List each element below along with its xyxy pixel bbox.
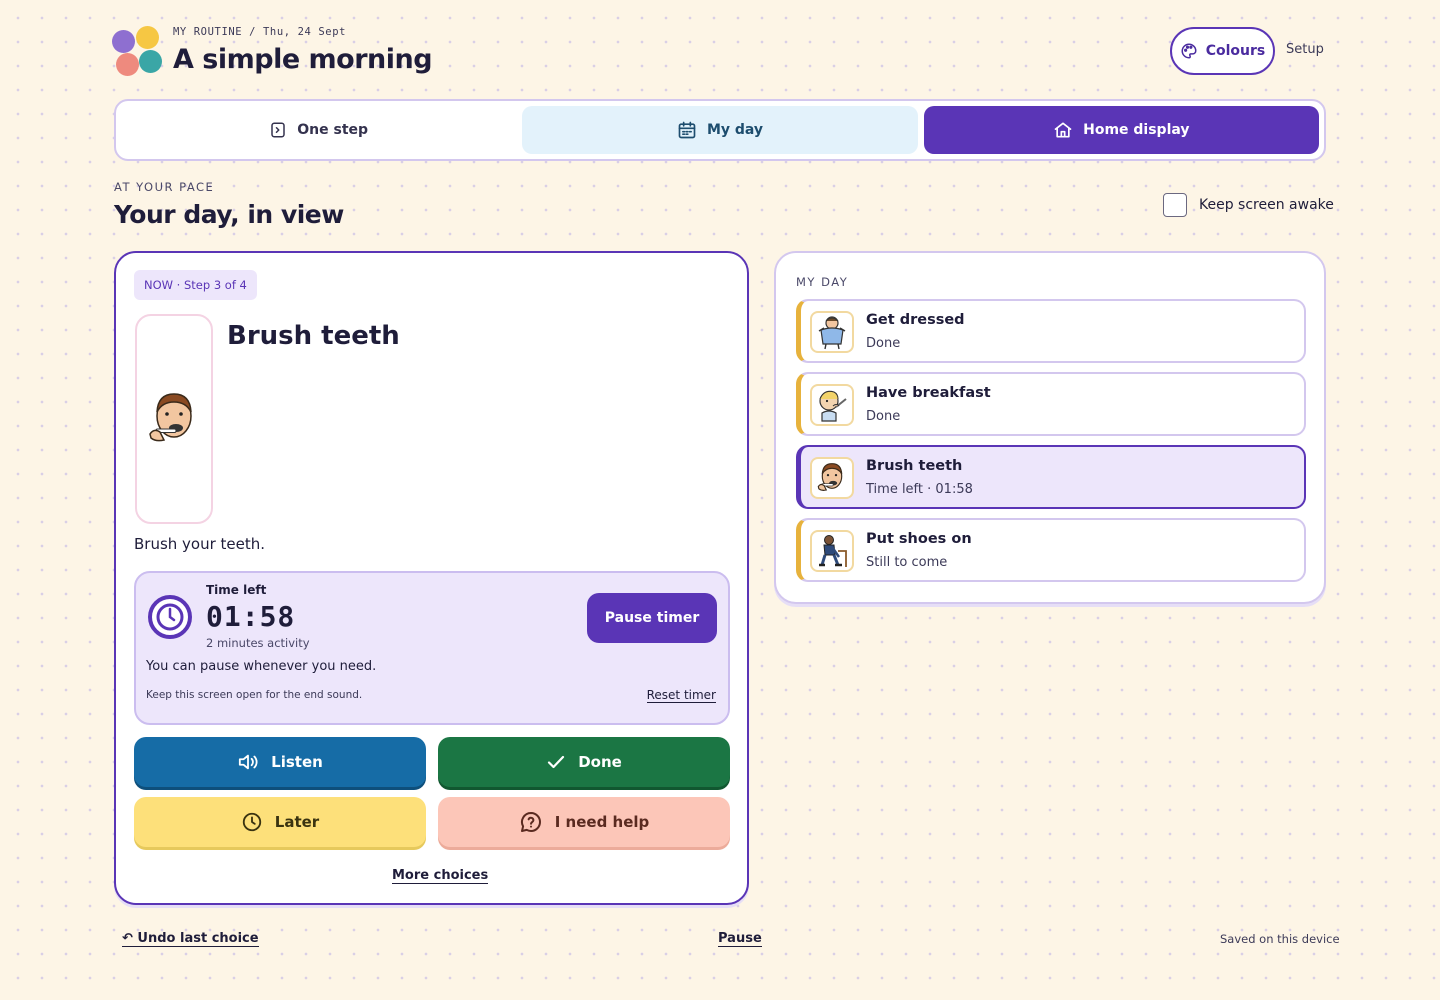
clock-icon [242, 812, 261, 832]
day-item-picture [810, 311, 854, 353]
activity-duration: 2 minutes activity [206, 636, 310, 650]
breakfast-icon [819, 390, 847, 422]
day-item-have-breakfast[interactable]: Have breakfast Done [796, 372, 1306, 436]
day-item-status: Still to come [866, 555, 948, 570]
speaker-icon [239, 754, 258, 770]
shoes-icon [819, 535, 847, 567]
tab-my-day[interactable]: My day [522, 106, 918, 154]
listen-button[interactable]: Listen [134, 737, 426, 787]
app-logo [112, 26, 164, 78]
colours-label: Colours [1205, 43, 1266, 59]
setup-link[interactable]: Setup [1286, 42, 1324, 57]
timer-icon [148, 595, 192, 639]
day-item-brush-teeth[interactable]: Brush teeth Time left · 01:58 [796, 445, 1306, 509]
home-icon [1054, 122, 1072, 138]
pause-note: You can pause whenever you need. [146, 659, 377, 674]
step-picture-frame [135, 314, 213, 524]
tab-label: My day [706, 122, 764, 138]
step-description: Brush your teeth. [134, 535, 266, 553]
brush-teeth-icon [149, 393, 192, 442]
section-title: Your day, in view [114, 200, 344, 229]
more-choices-link[interactable]: More choices [392, 868, 489, 884]
day-item-name: Get dressed [866, 312, 965, 328]
undo-last-choice-link[interactable]: ↶ Undo last choice [122, 931, 259, 947]
day-item-picture [810, 384, 854, 426]
pause-link[interactable]: Pause [718, 931, 762, 947]
listen-label: Listen [271, 753, 323, 771]
later-label: Later [274, 813, 320, 831]
time-left-value: 01:58 [206, 600, 296, 633]
day-item-picture [810, 530, 854, 572]
day-item-put-shoes-on[interactable]: Put shoes on Still to come [796, 518, 1306, 582]
calendar-icon [678, 121, 696, 139]
my-day-panel: MY DAY Get dressed Done Have breakfast D… [774, 251, 1326, 604]
day-item-get-dressed[interactable]: Get dressed Done [796, 299, 1306, 363]
day-item-name: Put shoes on [866, 531, 972, 547]
page-title: A simple morning [173, 44, 433, 75]
tab-label: One step [297, 122, 369, 138]
step-title: Brush teeth [227, 321, 400, 351]
help-label: I need help [554, 813, 650, 831]
keep-awake-checkbox[interactable] [1163, 193, 1187, 217]
keep-awake-label: Keep screen awake [1199, 197, 1334, 213]
brush-teeth-icon [817, 463, 843, 491]
colours-button[interactable]: Colours [1170, 27, 1275, 75]
day-item-status: Done [866, 336, 901, 351]
day-item-name: Have breakfast [866, 385, 991, 401]
reset-timer-link[interactable]: Reset timer [646, 688, 716, 703]
done-button[interactable]: Done [438, 737, 730, 787]
tab-label: Home display [1083, 122, 1190, 138]
day-item-name: Brush teeth [866, 458, 963, 474]
time-left-label: Time left [206, 583, 267, 597]
tab-home-display[interactable]: Home display [923, 106, 1319, 154]
done-label: Done [578, 753, 622, 771]
palette-icon [1181, 43, 1197, 59]
current-step-card: NOW · Step 3 of 4 Brush teeth Brush your… [114, 251, 749, 905]
step-icon [271, 122, 286, 138]
keep-open-note: Keep this screen open for the end sound. [146, 689, 363, 701]
timer-panel: Time left 01:58 2 minutes activity Pause… [134, 571, 730, 725]
day-item-picture [810, 457, 854, 499]
day-item-status: Time left · 01:58 [866, 482, 973, 497]
get-dressed-icon [818, 316, 846, 350]
breadcrumb: MY ROUTINE / Thu, 24 Sept [173, 26, 347, 38]
saved-status: Saved on this device [1220, 932, 1340, 946]
need-help-button[interactable]: I need help [438, 797, 730, 847]
keep-screen-awake-toggle[interactable]: Keep screen awake [1163, 193, 1334, 217]
section-eyebrow: AT YOUR PACE [114, 180, 215, 194]
help-bubble-icon [520, 812, 541, 832]
day-item-status: Done [866, 409, 901, 424]
later-button[interactable]: Later [134, 797, 426, 847]
my-day-heading: MY DAY [796, 275, 849, 289]
check-icon [548, 755, 565, 769]
view-tabs: One step My day Home display [114, 99, 1326, 161]
pause-timer-button[interactable]: Pause timer [587, 593, 717, 643]
tab-one-step[interactable]: One step [121, 106, 516, 154]
step-progress-badge: NOW · Step 3 of 4 [134, 270, 257, 300]
